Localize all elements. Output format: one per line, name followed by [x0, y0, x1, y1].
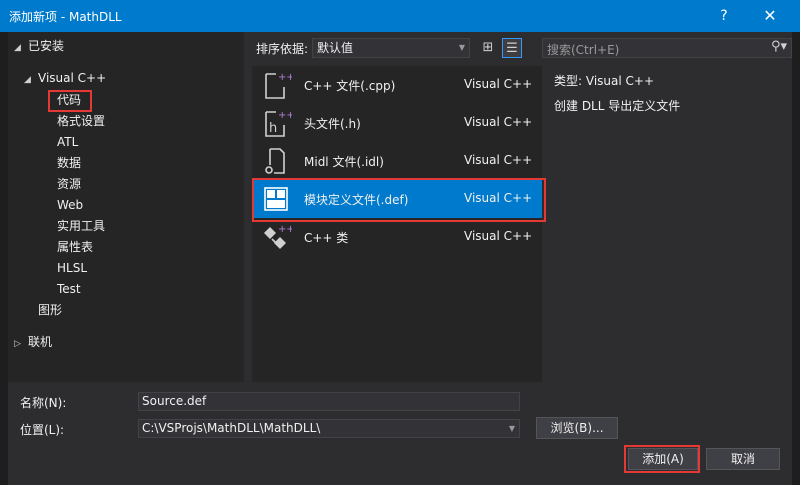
name-value: Source.def	[142, 394, 207, 408]
template-selection-highlight	[252, 178, 546, 222]
template-row-class[interactable]: ++ C++ 类 Visual C++	[252, 218, 542, 256]
template-name: C++ 文件(.cpp)	[304, 79, 396, 93]
sort-dropdown[interactable]: 默认值 ▼	[312, 38, 470, 58]
name-label: 名称(N):	[20, 396, 67, 410]
list-view-icon[interactable]: ☰	[502, 38, 522, 58]
sort-label: 排序依据:	[256, 42, 309, 56]
expanded-arrow-icon[interactable]: ◢	[24, 70, 38, 90]
add-button-highlight	[624, 445, 700, 473]
tree-item-online[interactable]: ▷ 联机	[14, 332, 52, 352]
location-value: C:\VSProjs\MathDLL\MathDLL\	[142, 421, 321, 435]
location-label: 位置(L):	[20, 423, 65, 437]
category-tree: ◢ 已安装 ◢ Visual C++ 代码 格式设置 ATL 数据 资源 Web 实…	[8, 32, 244, 382]
template-name: Midl 文件(.idl)	[304, 155, 384, 169]
cpp-class-icon: ++	[264, 224, 292, 249]
name-field[interactable]: Source.def	[138, 392, 520, 411]
template-lang: Visual C++	[464, 115, 533, 129]
type-value: Visual C++	[585, 74, 655, 88]
help-button[interactable]: ?	[704, 0, 744, 32]
title-bar: 添加新项 - MathDLL ? ✕	[0, 0, 800, 32]
type-label: 类型:	[554, 74, 583, 88]
tree-item-web[interactable]: Web	[57, 195, 83, 215]
dropdown-arrow-icon[interactable]: ▼	[509, 420, 515, 437]
template-row-midl[interactable]: Midl 文件(.idl) Visual C++	[252, 142, 542, 180]
midl-file-icon	[265, 148, 285, 174]
tree-item-test[interactable]: Test	[57, 279, 81, 299]
location-field[interactable]: C:\VSProjs\MathDLL\MathDLL\ ▼	[138, 419, 520, 438]
info-description: 创建 DLL 导出定义文件	[554, 99, 681, 113]
info-type: 类型: Visual C++	[554, 72, 654, 89]
grid-view-icon[interactable]: ⊞	[478, 38, 498, 58]
tree-item-resource[interactable]: 资源	[57, 174, 81, 194]
tree-item-property-sheet[interactable]: 属性表	[57, 237, 93, 257]
search-input[interactable]: 搜索(Ctrl+E) ⚲▾	[542, 38, 792, 58]
cancel-button[interactable]: 取消	[706, 448, 780, 470]
template-lang: Visual C++	[464, 153, 533, 167]
header-file-icon: h ++	[265, 110, 292, 137]
tree-item-utility[interactable]: 实用工具	[57, 216, 105, 236]
template-row-header[interactable]: h ++ 头文件(.h) Visual C++	[252, 104, 542, 142]
cpp-file-icon: ++	[265, 72, 292, 99]
template-name: 头文件(.h)	[304, 117, 361, 131]
tree-item-atl[interactable]: ATL	[57, 132, 78, 152]
sort-value: 默认值	[317, 41, 354, 55]
template-lang: Visual C++	[464, 77, 533, 91]
code-selection-highlight	[48, 90, 92, 112]
dropdown-arrow-icon: ▼	[458, 43, 465, 52]
svg-text:++: ++	[278, 224, 292, 235]
dialog-body: ◢ 已安装 ◢ Visual C++ 代码 格式设置 ATL 数据 资源 Web 实…	[8, 32, 792, 485]
info-panel: 类型: Visual C++ 创建 DLL 导出定义文件	[548, 66, 788, 382]
tree-label-online: 联机	[28, 335, 53, 349]
template-lang: Visual C++	[464, 229, 533, 243]
browse-button[interactable]: 浏览(B)...	[536, 417, 618, 439]
svg-text:h: h	[269, 121, 277, 136]
template-list: ++ C++ 文件(.cpp) Visual C++ h ++ 头文件(.h) …	[252, 66, 542, 382]
tree-item-installed[interactable]: ◢ 已安装	[14, 36, 64, 56]
close-button[interactable]: ✕	[750, 0, 790, 32]
tree-item-visual-cpp[interactable]: ◢ Visual C++	[24, 68, 106, 88]
tree-item-hlsl[interactable]: HLSL	[57, 258, 87, 278]
svg-text:++: ++	[278, 72, 292, 83]
svg-text:++: ++	[278, 110, 292, 121]
tree-label-installed: 已安装	[28, 39, 65, 53]
tree-item-format[interactable]: 格式设置	[57, 111, 105, 131]
search-icon[interactable]: ⚲▾	[771, 39, 787, 54]
search-placeholder: 搜索(Ctrl+E)	[547, 43, 620, 57]
expanded-arrow-icon[interactable]: ◢	[14, 38, 28, 58]
tree-item-graphics[interactable]: 图形	[38, 300, 62, 320]
tree-label-visual-cpp: Visual C++	[38, 71, 107, 85]
tree-item-data[interactable]: 数据	[57, 153, 81, 173]
window-title: 添加新项 - MathDLL	[9, 10, 122, 24]
collapsed-arrow-icon[interactable]: ▷	[14, 334, 28, 354]
template-name: C++ 类	[304, 231, 349, 245]
template-row-cpp[interactable]: ++ C++ 文件(.cpp) Visual C++	[252, 66, 542, 104]
